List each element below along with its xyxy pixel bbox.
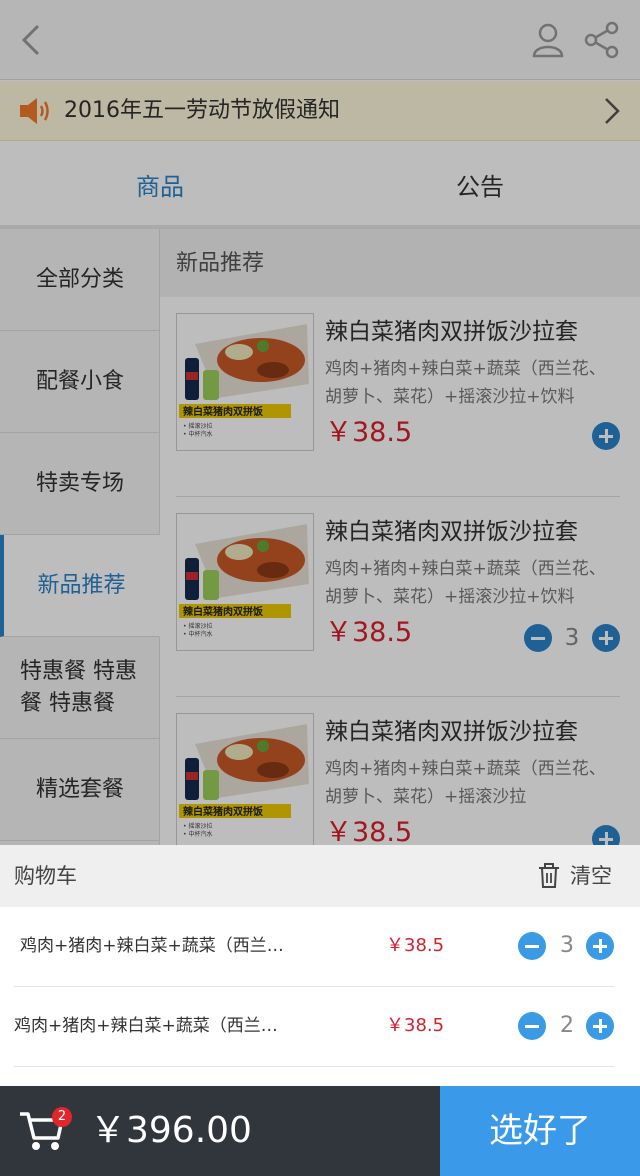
clear-cart-button[interactable]: 清空 <box>570 860 612 892</box>
cart-list: 鸡肉+猪肉+辣白菜+蔬菜（西兰花、胡萝卜、菜花） ￥38.5 3 鸡肉+猪肉+辣… <box>0 907 640 1085</box>
cart-item: 鸡肉+猪肉+辣白菜+蔬菜（西兰花、胡萝卜、菜花） ￥38.5 3 <box>14 907 614 987</box>
minus-icon[interactable] <box>518 1012 546 1040</box>
cart-item-price: ￥38.5 <box>386 1015 445 1036</box>
cart-item-name: 鸡肉+猪肉+辣白菜+蔬菜（西兰花、胡萝卜、菜花） <box>14 1016 294 1036</box>
minus-icon[interactable] <box>518 932 546 960</box>
plus-icon[interactable] <box>586 932 614 960</box>
cart-item-price: ￥38.5 <box>386 935 445 956</box>
cart-item-quantity: 2 <box>560 1013 574 1038</box>
cart-item-quantity: 3 <box>560 933 574 958</box>
cart-total: ￥396.00 <box>90 1110 252 1151</box>
cart-header: 购物车 清空 <box>0 845 640 907</box>
trash-icon[interactable] <box>538 863 560 889</box>
cart-item-name: 鸡肉+猪肉+辣白菜+蔬菜（西兰花、胡萝卜、菜花） <box>20 936 300 956</box>
plus-icon[interactable] <box>586 1012 614 1040</box>
confirm-button[interactable]: 选好了 <box>440 1086 640 1176</box>
checkout-bar: 2 ￥396.00 选好了 <box>0 1086 640 1176</box>
cart-title: 购物车 <box>14 864 77 888</box>
modal-overlay[interactable] <box>0 0 640 845</box>
cart-count-badge: 2 <box>52 1107 72 1127</box>
cart-item: 鸡肉+猪肉+辣白菜+蔬菜（西兰花、胡萝卜、菜花） ￥38.5 2 <box>14 987 614 1067</box>
